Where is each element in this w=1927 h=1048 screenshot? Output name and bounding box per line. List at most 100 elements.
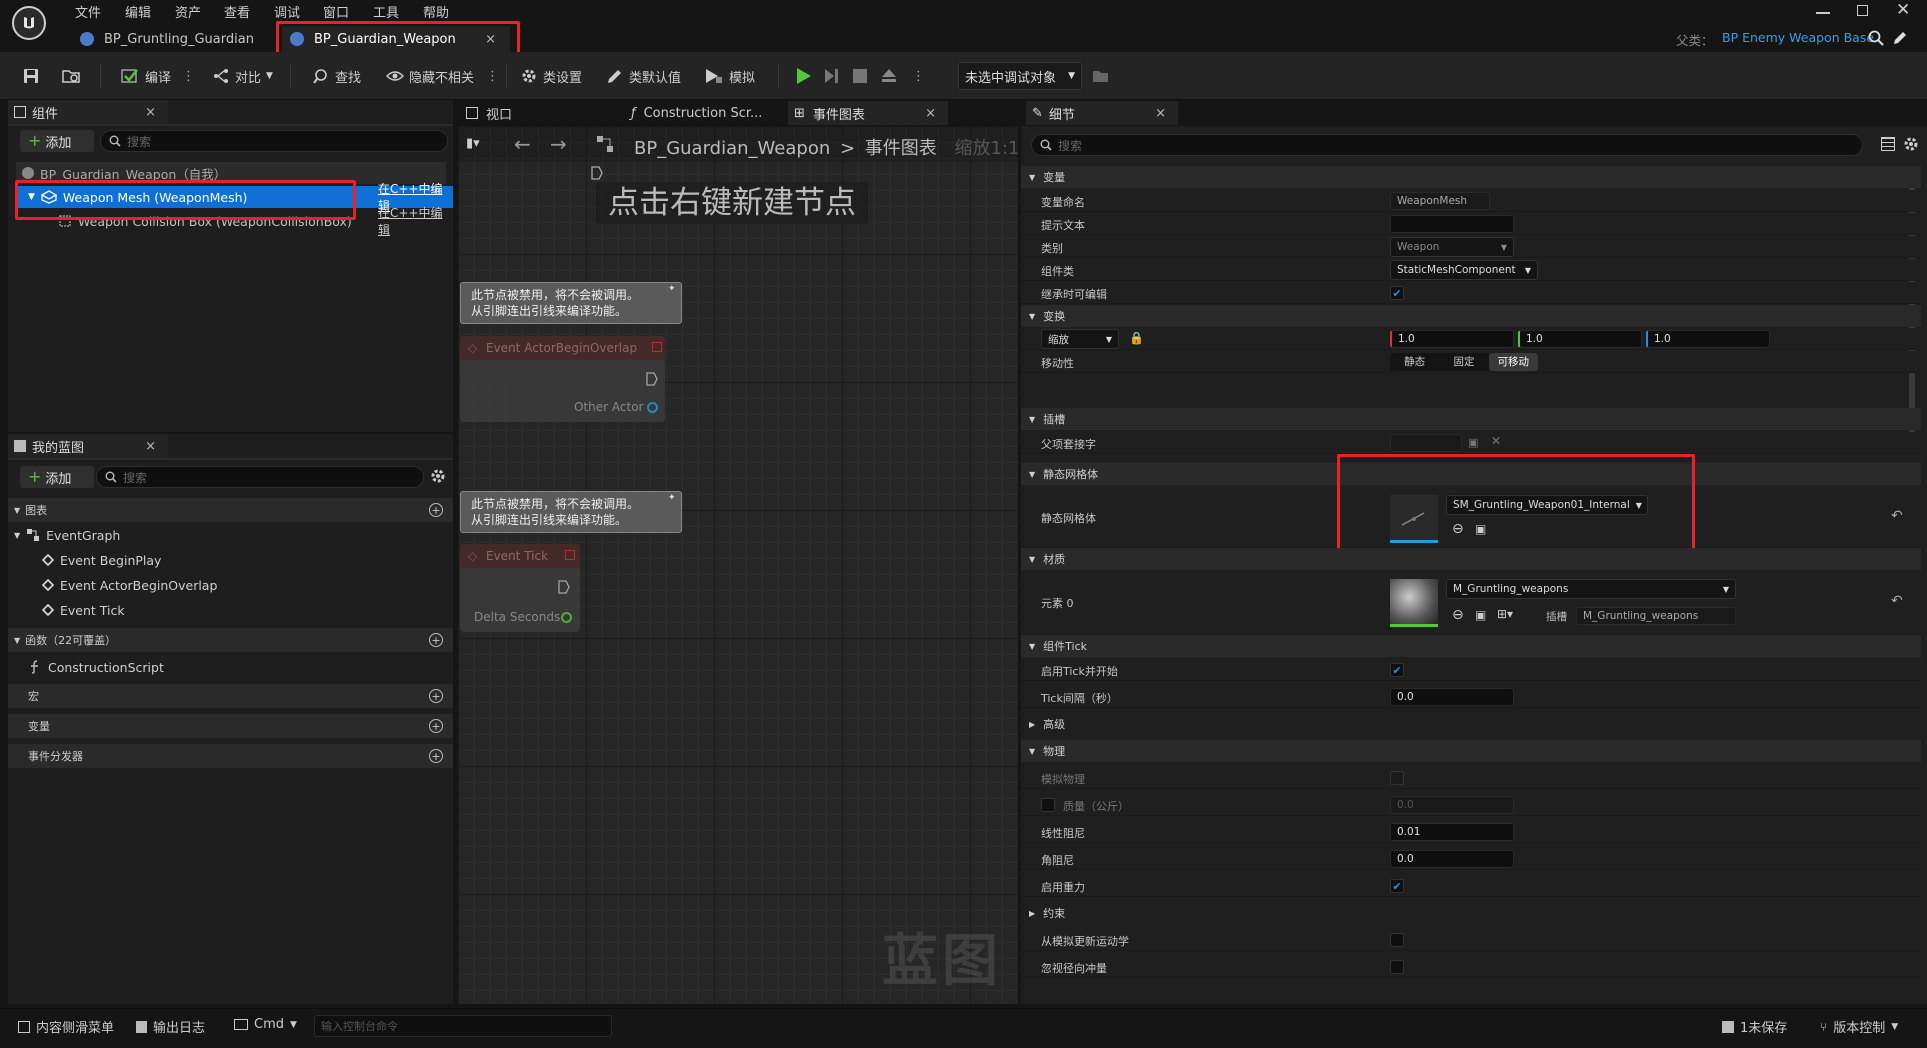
components-tab[interactable]: 组件 ×: [8, 100, 168, 124]
save-button[interactable]: [22, 62, 40, 90]
diff-button[interactable]: 对比 ▼: [212, 62, 273, 90]
material-dropdown[interactable]: M_Gruntling_weapons ▼: [1446, 579, 1736, 599]
console-input[interactable]: 输入控制台命令: [314, 1015, 612, 1037]
linear-damping-input[interactable]: 0.01: [1390, 823, 1514, 841]
compile-button[interactable]: 编译: [120, 62, 171, 90]
close-window-icon[interactable]: ✕: [1896, 0, 1910, 20]
tooltip-input[interactable]: [1390, 215, 1514, 233]
category-advanced[interactable]: ▶ 高级: [1021, 713, 1921, 735]
clear-icon[interactable]: ✕: [1491, 434, 1501, 448]
mobility-stationary[interactable]: 固定: [1439, 353, 1488, 371]
functions-section-header[interactable]: ▼ 函数（22可覆盖）: [8, 628, 453, 652]
my-blueprint-search-input[interactable]: 搜索: [96, 466, 424, 488]
tab-details[interactable]: ✎ 细节 ×: [1026, 101, 1178, 125]
bookmark-icon[interactable]: ▮▾: [466, 136, 480, 151]
tab-event-graph[interactable]: ⊞ 事件图表 ×: [788, 101, 948, 125]
close-icon[interactable]: ×: [145, 439, 156, 454]
menu-view[interactable]: 查看: [224, 2, 250, 21]
category-dropdown[interactable]: Weapon ▼: [1390, 237, 1514, 257]
forward-arrow-icon[interactable]: →: [550, 132, 567, 156]
slot-name-input[interactable]: M_Gruntling_weapons: [1576, 607, 1736, 625]
category-transform[interactable]: ▼ 变换: [1021, 305, 1921, 327]
add-variable-icon[interactable]: +: [429, 719, 443, 733]
back-arrow-icon[interactable]: ←: [514, 132, 531, 156]
parent-socket-input[interactable]: [1390, 434, 1462, 452]
source-control-button[interactable]: ⑂ 版本控制 ▼: [1820, 1017, 1898, 1037]
components-search-input[interactable]: 搜索: [100, 130, 448, 152]
add-macro-icon[interactable]: +: [429, 689, 443, 703]
graph-item-eventgraph[interactable]: ▼ EventGraph: [14, 524, 444, 546]
close-icon[interactable]: ×: [925, 106, 936, 121]
mobility-static[interactable]: 静态: [1390, 353, 1439, 371]
event-item-beginplay[interactable]: Event BeginPlay: [42, 549, 442, 571]
add-blueprint-item-button[interactable]: + 添加: [20, 466, 94, 488]
simulate-button[interactable]: 模拟: [704, 62, 755, 90]
category-materials[interactable]: ▼ 材质: [1021, 548, 1921, 570]
close-icon[interactable]: ×: [1155, 106, 1166, 121]
event-item-actorbeginoverlap[interactable]: Event ActorBeginOverlap: [42, 574, 442, 596]
debug-browse-button[interactable]: [1092, 62, 1110, 90]
use-selected-icon[interactable]: ⊖: [1452, 607, 1464, 623]
parent-class-link[interactable]: BP Enemy Weapon Base: [1722, 30, 1874, 45]
category-physics[interactable]: ▼ 物理: [1021, 740, 1921, 762]
close-icon[interactable]: ×: [145, 105, 156, 120]
variables-section-header[interactable]: 变量: [8, 714, 453, 738]
class-settings-button[interactable]: 类设置: [520, 62, 582, 90]
scale-y-input[interactable]: 1.0: [1518, 330, 1642, 348]
compile-options-icon[interactable]: ⋮: [182, 62, 195, 90]
variable-name-input[interactable]: WeaponMesh: [1390, 192, 1490, 210]
float-pin-icon[interactable]: [561, 612, 572, 623]
scale-z-input[interactable]: 1.0: [1646, 330, 1770, 348]
unsaved-button[interactable]: 1未保存: [1722, 1017, 1787, 1036]
cmd-dropdown[interactable]: Cmd ▼: [234, 1017, 297, 1032]
minimize-icon[interactable]: [1816, 12, 1830, 14]
class-defaults-button[interactable]: 类默认值: [606, 62, 681, 90]
menu-asset[interactable]: 资产: [175, 2, 201, 21]
category-component-tick[interactable]: ▼ 组件Tick: [1021, 635, 1921, 657]
material-options-icon[interactable]: ⊞▾: [1497, 607, 1513, 621]
node-event-actorbeginoverlap[interactable]: ◇ Event ActorBeginOverlap Other Actor: [460, 336, 665, 422]
browse-socket-icon[interactable]: ▣: [1468, 436, 1478, 449]
menu-tools[interactable]: 工具: [373, 2, 399, 21]
mobility-movable[interactable]: 可移动: [1488, 353, 1538, 371]
ignore-radial-checkbox[interactable]: [1390, 960, 1404, 974]
menu-help[interactable]: 帮助: [423, 2, 449, 21]
lock-icon[interactable]: 🔒: [1129, 331, 1144, 345]
gravity-checkbox[interactable]: ✔: [1390, 879, 1404, 893]
graphs-section-header[interactable]: ▼ 图表: [8, 498, 453, 522]
settings-gear-icon[interactable]: [1903, 136, 1919, 152]
menu-debug[interactable]: 调试: [274, 2, 300, 21]
function-item-constructionscript[interactable]: ConstructionScript: [28, 656, 428, 678]
details-search-input[interactable]: 搜索: [1031, 134, 1863, 156]
stop-button[interactable]: [852, 62, 868, 90]
browse-asset-icon[interactable]: ▣: [1475, 608, 1486, 622]
add-function-icon[interactable]: +: [429, 633, 443, 647]
step-button[interactable]: [822, 62, 840, 90]
browse-button[interactable]: [62, 62, 82, 90]
menu-edit[interactable]: 编辑: [125, 2, 151, 21]
menu-file[interactable]: 文件: [75, 2, 101, 21]
search-icon[interactable]: [1868, 30, 1884, 46]
edit-in-cpp-link[interactable]: 在C++中编辑: [378, 204, 453, 238]
category-sockets[interactable]: ▼ 插槽: [1021, 408, 1921, 430]
dispatchers-section-header[interactable]: 事件分发器: [8, 744, 453, 768]
eject-button[interactable]: [880, 62, 898, 90]
angular-damping-input[interactable]: 0.0: [1390, 850, 1514, 868]
macros-section-header[interactable]: 宏: [8, 684, 453, 708]
output-log-button[interactable]: 输出日志: [136, 1017, 205, 1036]
doc-tab-gruntling-guardian[interactable]: BP_Gruntling_Guardian: [72, 26, 272, 52]
object-pin-icon[interactable]: [647, 402, 658, 413]
reset-arrow-icon[interactable]: ↶: [1891, 508, 1903, 524]
play-button[interactable]: [794, 62, 812, 90]
node-event-tick[interactable]: ◇ Event Tick Delta Seconds: [460, 544, 580, 632]
my-blueprint-tab[interactable]: 我的蓝图 ×: [8, 434, 168, 458]
scale-mode-dropdown[interactable]: 缩放 ▼: [1041, 329, 1119, 349]
more-options-icon[interactable]: ⋮: [486, 62, 499, 90]
update-kinematic-checkbox[interactable]: [1390, 933, 1404, 947]
event-item-tick[interactable]: Event Tick: [42, 599, 442, 621]
component-class-dropdown[interactable]: StaticMeshComponent ▼: [1390, 260, 1538, 280]
add-dispatcher-icon[interactable]: +: [429, 749, 443, 763]
reset-arrow-icon[interactable]: ↶: [1891, 593, 1903, 609]
find-button[interactable]: 查找: [312, 62, 361, 90]
add-graph-icon[interactable]: +: [429, 503, 443, 517]
